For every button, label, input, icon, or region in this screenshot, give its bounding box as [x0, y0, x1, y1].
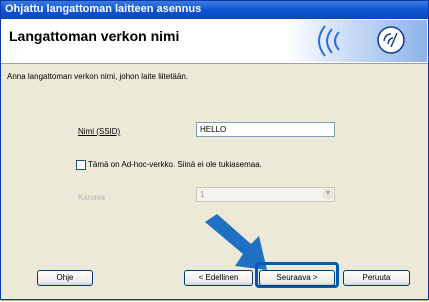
adhoc-label[interactable]: Tämä on Ad-hoc-verkko. Siinä ei ole tuki… [88, 160, 262, 169]
header-banner [287, 20, 427, 62]
page-title: Langattoman verkon nimi [9, 28, 180, 44]
next-button[interactable]: Seuraava > [259, 270, 335, 286]
channel-label: Kanava [78, 193, 106, 202]
wizard-header: Langattoman verkon nimi [1, 19, 428, 64]
help-button[interactable]: Ohje [37, 270, 93, 286]
title-bar: Ohjattu langattoman laitteen asennus [1, 1, 428, 19]
wizard-window: Ohjattu langattoman laitteen asennus Lan… [0, 0, 429, 302]
cancel-button[interactable]: Peruuta [343, 270, 410, 286]
channel-select: 1 ▼ [196, 187, 335, 202]
back-button[interactable]: < Edellinen [184, 270, 253, 286]
window-title: Ohjattu langattoman laitteen asennus [5, 3, 202, 15]
wizard-body: Anna langattoman verkon nimi, johon lait… [1, 64, 428, 302]
instructions-text: Anna langattoman verkon nimi, johon lait… [7, 72, 188, 81]
chevron-down-icon: ▼ [323, 189, 333, 199]
channel-value: 1 [200, 190, 205, 199]
ssid-input[interactable]: HELLO [196, 122, 335, 137]
ssid-label: Nimi (SSID) [78, 127, 121, 136]
adhoc-checkbox[interactable] [76, 160, 86, 170]
wifi-logo-icon [318, 25, 405, 57]
